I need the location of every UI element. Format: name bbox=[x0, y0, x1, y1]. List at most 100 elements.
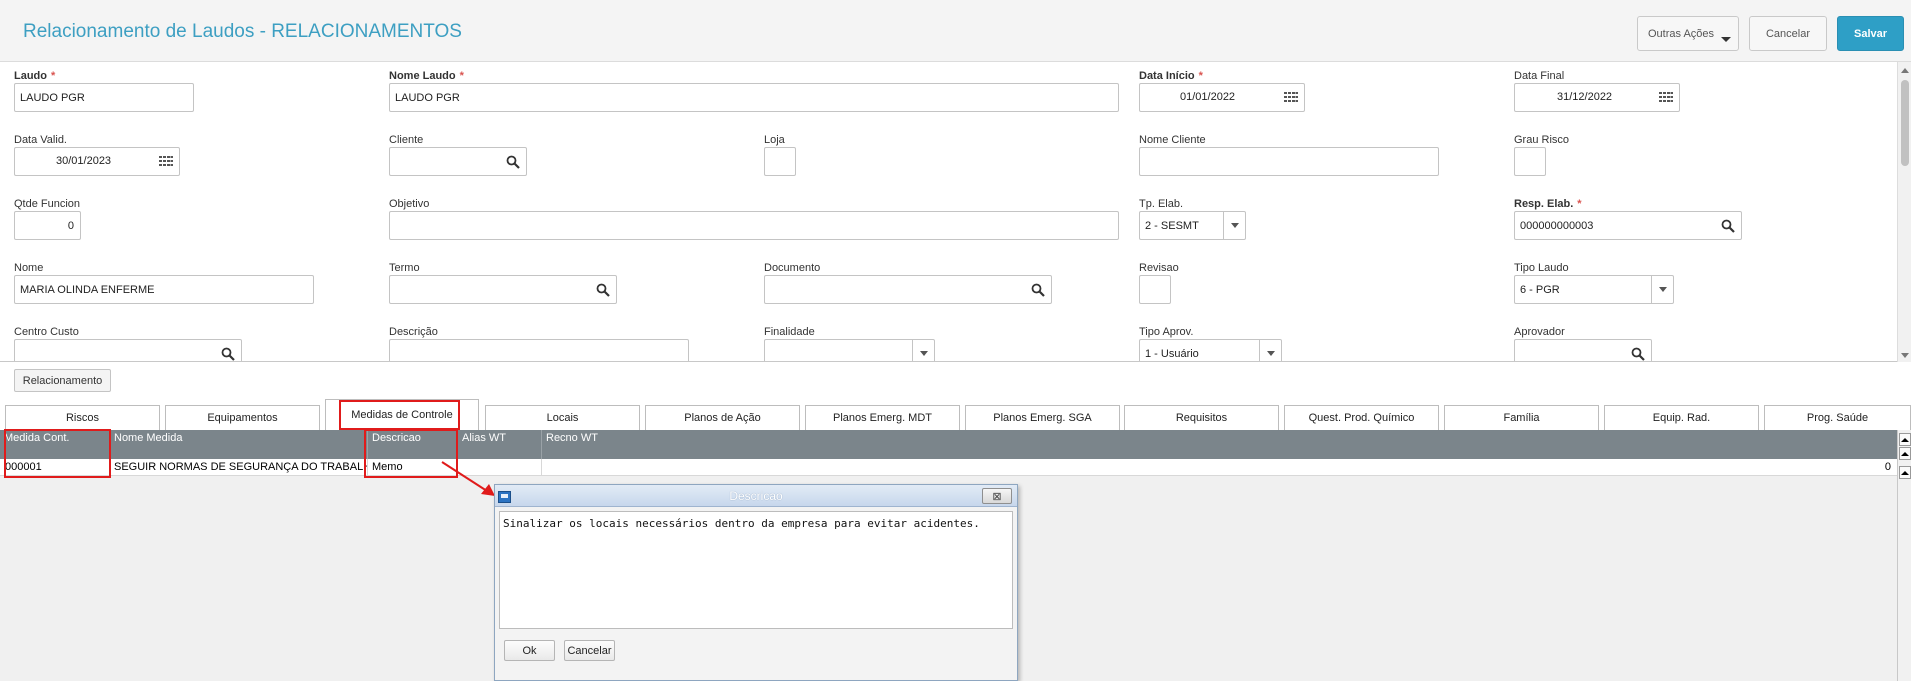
revisao-label: Revisao bbox=[1139, 262, 1179, 274]
qtde-funcion-label: Qtde Funcion bbox=[14, 198, 81, 210]
tab-prog-saude[interactable]: Prog. Saúde bbox=[1764, 405, 1911, 430]
nome-label: Nome bbox=[14, 262, 44, 274]
resp-elab-field[interactable]: 000000000003 bbox=[1514, 211, 1742, 240]
search-icon[interactable] bbox=[596, 283, 610, 297]
column-header-nome-medida[interactable]: Nome Medida bbox=[110, 430, 368, 459]
nome-laudo-label: Nome Laudo * bbox=[389, 70, 464, 82]
page-header: Relacionamento de Laudos - RELACIONAMENT… bbox=[0, 0, 1911, 62]
data-inicio-label: Data Início * bbox=[1139, 70, 1203, 82]
laudo-field[interactable]: LAUDO PGR bbox=[14, 83, 194, 112]
tab-planos-emerg-mdt[interactable]: Planos Emerg. MDT bbox=[805, 405, 960, 430]
nome-field[interactable]: MARIA OLINDA ENFERME bbox=[14, 275, 314, 304]
scroll-up-icon[interactable] bbox=[1901, 68, 1909, 73]
descricao-label: Descrição bbox=[389, 326, 438, 338]
data-valid-label: Data Valid. bbox=[14, 134, 67, 146]
tipo-laudo-label: Tipo Laudo bbox=[1514, 262, 1569, 274]
dialog-cancel-button[interactable]: Cancelar bbox=[564, 640, 615, 661]
chevron-down-icon[interactable] bbox=[912, 340, 934, 361]
tab-equipamentos[interactable]: Equipamentos bbox=[165, 405, 320, 430]
tab-equip-rad[interactable]: Equip. Rad. bbox=[1604, 405, 1759, 430]
documento-field[interactable] bbox=[764, 275, 1052, 304]
resp-elab-label: Resp. Elab. * bbox=[1514, 198, 1582, 210]
chevron-down-icon[interactable] bbox=[1651, 276, 1673, 303]
scroll-top-icon[interactable] bbox=[1899, 433, 1911, 446]
loja-field[interactable] bbox=[764, 147, 796, 176]
laudo-form: Laudo * LAUDO PGR Nome Laudo * LAUDO PGR D… bbox=[0, 62, 1911, 362]
qtde-funcion-field[interactable]: 0 bbox=[14, 211, 81, 240]
grid-scrollbar[interactable] bbox=[1897, 430, 1911, 681]
search-icon[interactable] bbox=[1721, 219, 1735, 233]
column-header-alias-wt[interactable]: Alias WT bbox=[458, 430, 542, 459]
tab-riscos[interactable]: Riscos bbox=[5, 405, 160, 430]
data-valid-field[interactable]: 30/01/2023 bbox=[14, 147, 180, 176]
data-final-field[interactable]: 31/12/2022 bbox=[1514, 83, 1680, 112]
outras-acoes-button[interactable]: Outras Ações bbox=[1637, 16, 1739, 51]
calendar-icon[interactable] bbox=[159, 155, 173, 169]
calendar-icon[interactable] bbox=[1659, 91, 1673, 105]
search-icon[interactable] bbox=[221, 347, 235, 361]
chevron-down-icon[interactable] bbox=[1223, 212, 1245, 239]
relacionamento-button[interactable]: Relacionamento bbox=[14, 369, 111, 392]
cell-nome-medida[interactable]: SEGUIR NORMAS DE SEGURANÇA DO TRABALHO bbox=[110, 459, 368, 476]
outras-acoes-label: Outras Ações bbox=[1648, 27, 1715, 40]
loja-label: Loja bbox=[764, 134, 785, 146]
search-icon[interactable] bbox=[506, 155, 520, 169]
objetivo-field[interactable] bbox=[389, 211, 1119, 240]
tp-elab-label: Tp. Elab. bbox=[1139, 198, 1184, 210]
revisao-field[interactable] bbox=[1139, 275, 1171, 304]
grau-risco-label: Grau Risco bbox=[1514, 134, 1570, 146]
search-icon[interactable] bbox=[1631, 347, 1645, 361]
termo-label: Termo bbox=[389, 262, 420, 274]
chevron-down-icon bbox=[1721, 37, 1731, 42]
ok-button[interactable]: Ok bbox=[504, 640, 555, 661]
grau-risco-field[interactable] bbox=[1514, 147, 1546, 176]
centro-custo-field[interactable] bbox=[14, 339, 242, 361]
dialog-title-bar[interactable]: Descricao ⊠ bbox=[495, 485, 1017, 507]
objetivo-label: Objetivo bbox=[389, 198, 430, 210]
highlight-medidas-tab bbox=[339, 400, 460, 430]
tab-locais[interactable]: Locais bbox=[485, 405, 640, 430]
tipo-laudo-select[interactable]: 6 - PGR bbox=[1514, 275, 1674, 304]
search-icon[interactable] bbox=[1031, 283, 1045, 297]
close-icon[interactable]: ⊠ bbox=[982, 488, 1012, 504]
aprovador-label: Aprovador bbox=[1514, 326, 1565, 338]
tab-requisitos[interactable]: Requisitos bbox=[1124, 405, 1279, 430]
nome-laudo-field[interactable]: LAUDO PGR bbox=[389, 83, 1119, 112]
dialog-title: Descricao bbox=[729, 489, 783, 503]
arrow-icon bbox=[441, 461, 495, 496]
aprovador-field[interactable] bbox=[1514, 339, 1652, 361]
tab-planos-de-acao[interactable]: Planos de Ação bbox=[645, 405, 800, 430]
cliente-label: Cliente bbox=[389, 134, 424, 146]
scroll-thumb[interactable] bbox=[1901, 80, 1909, 166]
scroll-down-icon[interactable] bbox=[1901, 353, 1909, 358]
grid-header: Medida Cont. Nome Medida Descricao Alias… bbox=[0, 430, 1897, 459]
tab-familia[interactable]: Família bbox=[1444, 405, 1599, 430]
chevron-down-icon[interactable] bbox=[1259, 340, 1281, 361]
descricao-textarea[interactable]: Sinalizar os locais necessários dentro d… bbox=[499, 511, 1013, 629]
cell-recno-wt[interactable]: 0 bbox=[542, 459, 1897, 476]
laudo-label: Laudo * bbox=[14, 70, 56, 82]
cliente-field[interactable] bbox=[389, 147, 527, 176]
tp-elab-select[interactable]: 2 - SESMT bbox=[1139, 211, 1246, 240]
save-button[interactable]: Salvar bbox=[1837, 16, 1904, 51]
tab-planos-emerg-sga[interactable]: Planos Emerg. SGA bbox=[965, 405, 1120, 430]
descricao-field[interactable] bbox=[389, 339, 689, 361]
termo-field[interactable] bbox=[389, 275, 617, 304]
highlight-medida-cont bbox=[4, 429, 111, 478]
form-scrollbar[interactable] bbox=[1897, 62, 1911, 362]
centro-custo-label: Centro Custo bbox=[14, 326, 79, 338]
cancel-button[interactable]: Cancelar bbox=[1749, 16, 1827, 51]
scroll-up-icon[interactable] bbox=[1899, 466, 1911, 479]
data-inicio-field[interactable]: 01/01/2022 bbox=[1139, 83, 1305, 112]
table-row[interactable]: 000001 SEGUIR NORMAS DE SEGURANÇA DO TRA… bbox=[0, 459, 1897, 476]
tab-quest-prod-quimico[interactable]: Quest. Prod. Químico bbox=[1284, 405, 1439, 430]
descricao-dialog: Descricao ⊠ Sinalizar os locais necessár… bbox=[494, 484, 1018, 681]
tipo-aprov-select[interactable]: 1 - Usuário bbox=[1139, 339, 1282, 361]
finalidade-label: Finalidade bbox=[764, 326, 815, 338]
documento-label: Documento bbox=[764, 262, 821, 274]
column-header-recno-wt[interactable]: Recno WT bbox=[542, 430, 1897, 459]
calendar-icon[interactable] bbox=[1284, 91, 1298, 105]
finalidade-select[interactable] bbox=[764, 339, 935, 361]
scroll-page-up-icon[interactable] bbox=[1899, 447, 1911, 460]
nome-cliente-field[interactable] bbox=[1139, 147, 1439, 176]
